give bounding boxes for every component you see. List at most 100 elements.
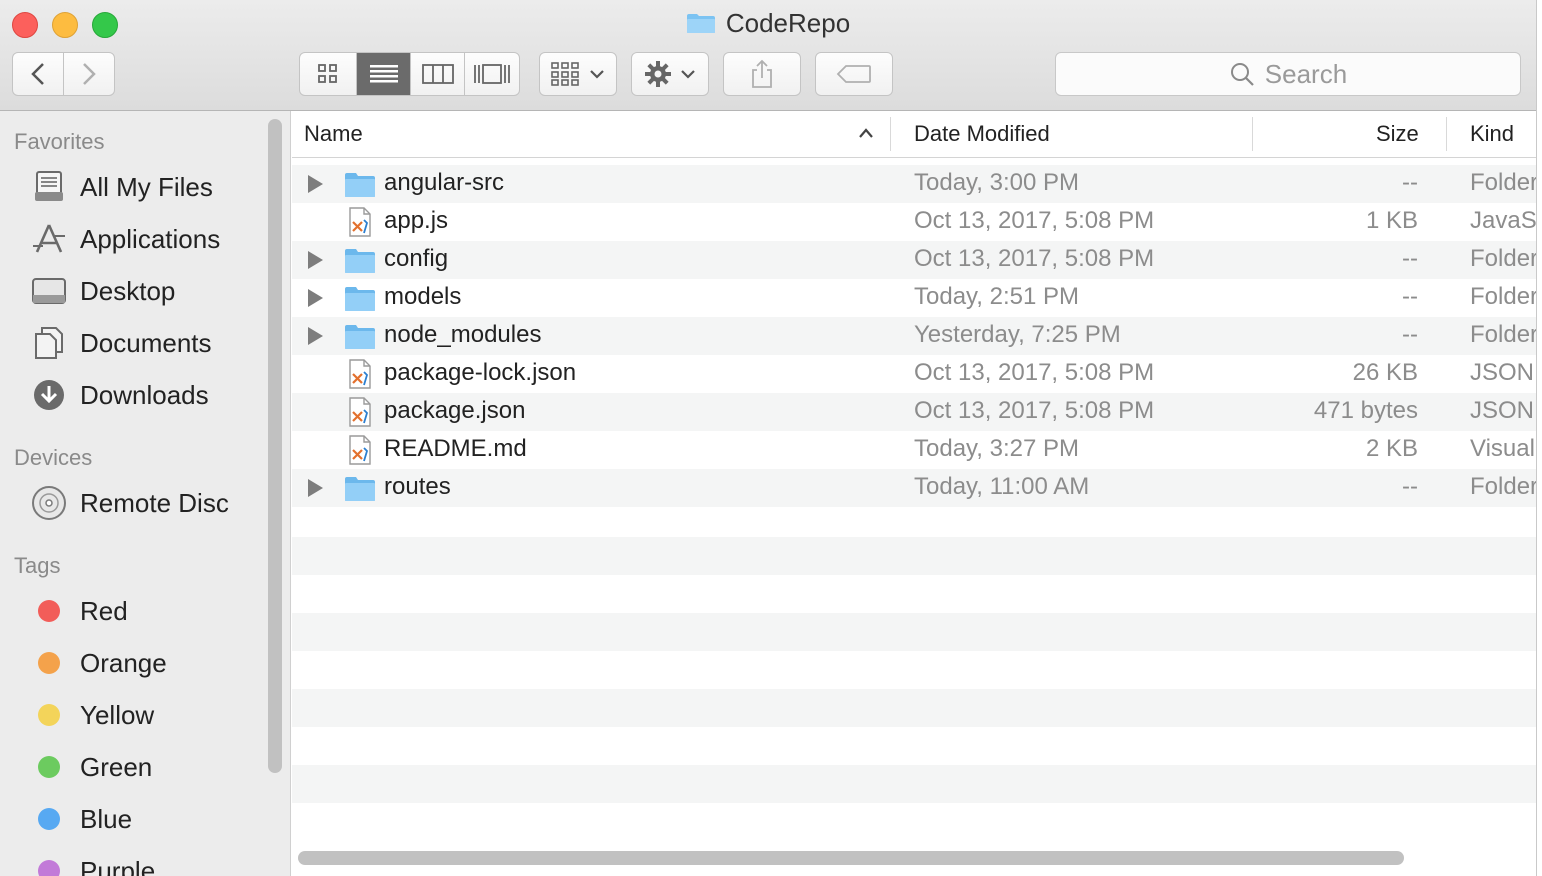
sort-ascending-icon: [859, 128, 873, 138]
file-name: package-lock.json: [384, 359, 577, 386]
tags-header: Tags: [14, 553, 61, 578]
disclosure-triangle-icon[interactable]: [308, 289, 323, 307]
chevron-down-icon: [590, 70, 604, 79]
file-date: Yesterday, 7:25 PM: [914, 321, 1121, 348]
sidebar-tag-red[interactable]: Red: [30, 589, 128, 633]
file-date: Oct 13, 2017, 5:08 PM: [914, 359, 1155, 386]
column-header-kind[interactable]: Kind: [1470, 121, 1514, 147]
file-size: 471 bytes: [1313, 397, 1418, 424]
column-header-row: Name Date Modified Size Kind: [292, 111, 1536, 158]
list-view-button[interactable]: [356, 53, 412, 95]
file-row[interactable]: package.json Oct 13, 2017, 5:08 PM 471 byt…: [292, 393, 1536, 431]
column-header-size[interactable]: Size: [1376, 121, 1419, 147]
file-kind: JavaScript: [1470, 207, 1537, 234]
file-row[interactable]: routes Today, 11:00 AM -- Folder: [292, 469, 1536, 507]
sidebar-tag-yellow[interactable]: Yellow: [30, 693, 154, 737]
file-row[interactable]: models Today, 2:51 PM -- Folder: [292, 279, 1536, 317]
search-placeholder: Search: [1264, 58, 1348, 89]
arrange-button[interactable]: [539, 52, 617, 96]
sidebar: Favorites All My Files Applications Desk…: [0, 111, 291, 876]
disclosure-triangle-icon[interactable]: [308, 251, 323, 269]
file-date: Oct 13, 2017, 5:08 PM: [914, 245, 1155, 272]
sidebar-item-desktop[interactable]: Desktop: [30, 269, 175, 313]
tag-icon: [836, 65, 871, 83]
gallery-icon: [474, 64, 511, 84]
file-size: --: [1402, 169, 1418, 196]
disclosure-triangle-icon[interactable]: [308, 327, 323, 345]
file-date: Today, 3:27 PM: [914, 435, 1079, 462]
file-list: Name Date Modified Size Kind angular-src…: [292, 111, 1536, 876]
code-file-icon: [344, 359, 376, 389]
column-header-name[interactable]: Name: [304, 121, 363, 147]
action-button[interactable]: [631, 52, 709, 96]
file-date: Today, 2:51 PM: [914, 283, 1079, 310]
sidebar-tag-purple[interactable]: Purple: [30, 849, 155, 876]
file-size: --: [1402, 321, 1418, 348]
column-view-button[interactable]: [411, 53, 466, 95]
downloads-icon: [30, 378, 68, 412]
columns-icon: [421, 64, 454, 84]
file-name: models: [384, 283, 462, 310]
file-row[interactable]: README.md Today, 3:27 PM 2 KB Visual: [292, 431, 1536, 469]
file-row[interactable]: angular-src Today, 3:00 PM -- Folder: [292, 165, 1536, 203]
sidebar-tag-orange[interactable]: Orange: [30, 641, 167, 685]
search-field[interactable]: Search: [1055, 52, 1521, 96]
file-date: Today, 11:00 AM: [914, 473, 1090, 500]
back-button[interactable]: [13, 53, 64, 95]
disclosure-triangle-icon[interactable]: [308, 175, 323, 193]
file-name: app.js: [384, 207, 449, 234]
chevron-down-icon: [681, 70, 695, 79]
sidebar-tag-green[interactable]: Green: [30, 745, 152, 789]
file-kind: Folder: [1470, 473, 1537, 500]
file-kind: JSON: [1470, 359, 1535, 386]
tag-dot-icon: [38, 652, 60, 674]
all-files-icon: [30, 170, 68, 204]
sidebar-tag-blue[interactable]: Blue: [30, 797, 132, 841]
file-row[interactable]: app.js Oct 13, 2017, 5:08 PM 1 KB JavaScrip…: [292, 203, 1536, 241]
file-kind: Folder: [1470, 321, 1537, 348]
sidebar-item-label: Remote Disc: [80, 487, 229, 518]
sidebar-item-applications[interactable]: Applications: [30, 217, 220, 261]
finder-window: CodeRepo Search Favorites All My Files A…: [0, 0, 1537, 876]
nav-buttons: [12, 52, 115, 96]
file-kind: Folder: [1470, 245, 1537, 272]
horizontal-scrollbar[interactable]: [298, 851, 1404, 865]
share-button[interactable]: [723, 52, 801, 96]
sidebar-item-label: Orange: [80, 647, 167, 678]
sidebar-scrollbar[interactable]: [268, 119, 282, 773]
disclosure-triangle-icon[interactable]: [308, 479, 323, 497]
folder-icon: [344, 321, 376, 351]
sidebar-item-label: Documents: [80, 327, 212, 358]
forward-button[interactable]: [64, 53, 114, 95]
disc-icon: [30, 486, 68, 520]
column-header-date[interactable]: Date Modified: [914, 121, 1050, 147]
list-icon: [369, 65, 398, 83]
file-name: README.md: [384, 435, 527, 462]
tag-dot-icon: [38, 600, 60, 622]
devices-header: Devices: [14, 445, 93, 470]
file-name: package.json: [384, 397, 526, 424]
toolbar: CodeRepo Search: [0, 0, 1536, 111]
folder-icon: [686, 14, 715, 33]
file-size: 2 KB: [1365, 435, 1418, 462]
gear-icon: [645, 61, 671, 87]
file-row[interactable]: config Oct 13, 2017, 5:08 PM -- Folder: [292, 241, 1536, 279]
sidebar-item-documents[interactable]: Documents: [30, 321, 212, 365]
sidebar-item-label: Desktop: [80, 275, 176, 306]
file-date: Oct 13, 2017, 5:08 PM: [914, 397, 1155, 424]
file-size: 26 KB: [1352, 359, 1418, 386]
sidebar-item-remote-disc[interactable]: Remote Disc: [30, 481, 229, 525]
sidebar-item-all-my-files[interactable]: All My Files: [30, 165, 213, 209]
tags-button[interactable]: [815, 52, 893, 96]
folder-icon: [344, 473, 376, 503]
file-row[interactable]: package-lock.json Oct 13, 2017, 5:08 PM 26…: [292, 355, 1536, 393]
sidebar-item-downloads[interactable]: Downloads: [30, 373, 209, 417]
icon-view-button[interactable]: [300, 53, 357, 95]
file-size: --: [1402, 283, 1418, 310]
documents-icon: [30, 326, 68, 360]
sidebar-item-label: All My Files: [80, 171, 213, 202]
file-row[interactable]: node_modules Yesterday, 7:25 PM -- Folder: [292, 317, 1536, 355]
folder-icon: [344, 245, 376, 275]
window-title-text: CodeRepo: [725, 8, 851, 38]
gallery-view-button[interactable]: [465, 53, 519, 95]
